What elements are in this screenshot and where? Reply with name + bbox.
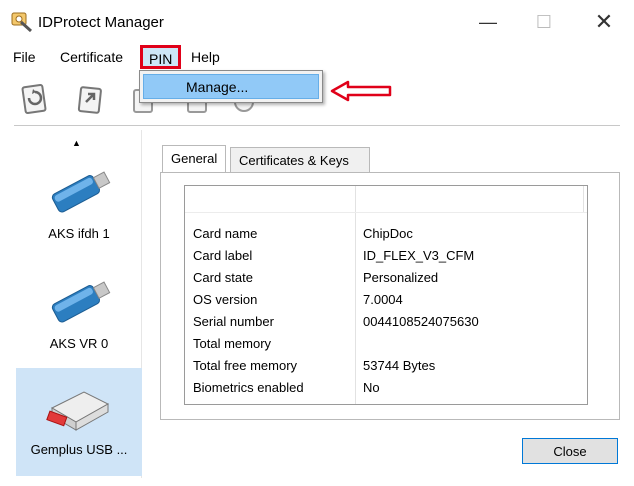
toolbar-separator: [14, 125, 620, 126]
menu-item-manage[interactable]: Manage...: [143, 74, 319, 99]
pin-dropdown-menu: Manage...: [139, 70, 323, 103]
table-row[interactable]: Total free memory 53744 Bytes: [185, 354, 587, 376]
device-item[interactable]: AKS VR 0: [16, 270, 142, 351]
table-row[interactable]: OS version 7.0004: [185, 288, 587, 310]
menu-pin[interactable]: PIN: [140, 45, 182, 69]
table-row[interactable]: Card name ChipDoc: [185, 222, 587, 244]
red-arrow-icon: [330, 80, 392, 102]
close-button[interactable]: Close: [522, 438, 618, 464]
property-value: 7.0004: [363, 292, 403, 307]
property-name: Card label: [193, 248, 253, 263]
property-value: ChipDoc: [363, 226, 413, 241]
property-value: ID_FLEX_V3_CFM: [363, 248, 475, 263]
title-bar: IDProtect Manager — ☐ ✕: [0, 0, 634, 40]
tab-certificates-keys[interactable]: Certificates & Keys: [230, 147, 370, 173]
table-row[interactable]: Card label ID_FLEX_V3_CFM: [185, 244, 587, 266]
device-list: ▲ AKS ifdh 1 AKS VR 0 Gemplus USB ...: [16, 130, 142, 478]
device-item-selected[interactable]: Gemplus USB ...: [16, 368, 142, 476]
window-title: IDProtect Manager: [38, 14, 164, 31]
usb-token-icon: [51, 171, 111, 213]
table-row[interactable]: Serial number 0044108524075630: [185, 310, 587, 332]
device-label: AKS VR 0: [49, 336, 109, 351]
table-row[interactable]: Card state Personalized: [185, 266, 587, 288]
property-name: Total memory: [193, 336, 272, 351]
menu-certificate[interactable]: Certificate: [60, 49, 123, 65]
device-item[interactable]: AKS ifdh 1: [16, 160, 142, 241]
property-value: 53744 Bytes: [363, 358, 436, 373]
close-window-button[interactable]: ✕: [582, 8, 626, 36]
property-name: Total free memory: [193, 358, 298, 373]
menu-bar: File Certificate PIN Help: [0, 45, 634, 69]
device-label: Gemplus USB ...: [30, 442, 128, 457]
table-row[interactable]: Biometrics enabled No: [185, 376, 587, 398]
minimize-button[interactable]: —: [466, 8, 510, 36]
menu-file[interactable]: File: [13, 49, 36, 65]
column-divider: [583, 186, 584, 212]
property-name: OS version: [193, 292, 258, 307]
properties-list[interactable]: Card name ChipDoc Card label ID_FLEX_V3_…: [184, 185, 588, 405]
general-tab-panel: Card name ChipDoc Card label ID_FLEX_V3_…: [160, 172, 620, 420]
export-card-icon[interactable]: [74, 82, 108, 116]
table-row[interactable]: Total memory: [185, 332, 587, 354]
usb-token-icon: [51, 281, 111, 323]
property-name: Card name: [193, 226, 258, 241]
card-reader-icon: [46, 391, 110, 431]
app-logo-icon: [11, 12, 33, 32]
refresh-card-icon[interactable]: [18, 82, 52, 116]
property-name: Card state: [193, 270, 253, 285]
device-label: AKS ifdh 1: [48, 226, 110, 241]
property-value: 0044108524075630: [363, 314, 479, 329]
property-value: Personalized: [363, 270, 439, 285]
maximize-button[interactable]: ☐: [522, 8, 566, 36]
property-value: No: [363, 380, 380, 395]
tab-general[interactable]: General: [162, 145, 227, 172]
list-header-line: [185, 212, 587, 213]
property-name: Serial number: [193, 314, 274, 329]
menu-help[interactable]: Help: [191, 49, 220, 65]
scroll-up-icon[interactable]: ▲: [72, 138, 81, 148]
property-name: Biometrics enabled: [193, 380, 304, 395]
